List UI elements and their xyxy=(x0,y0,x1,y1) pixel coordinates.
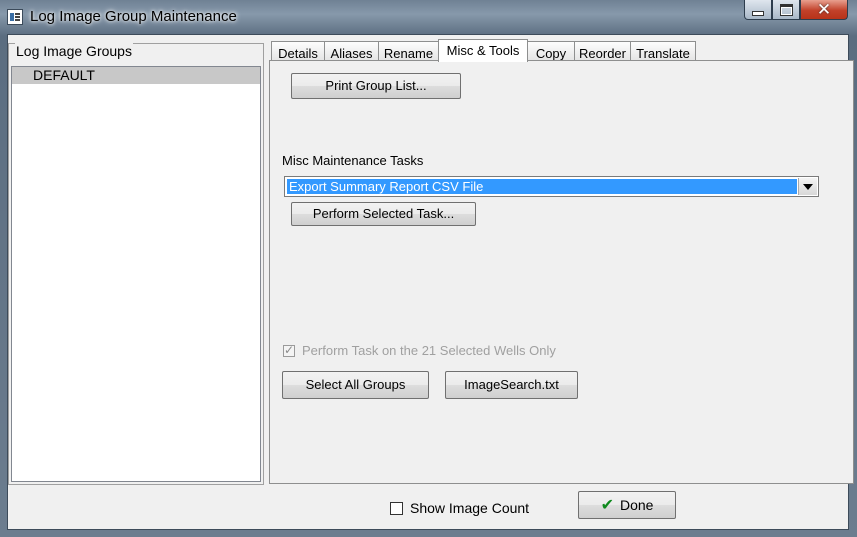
minimize-icon xyxy=(752,11,764,16)
tab-translate[interactable]: Translate xyxy=(630,41,696,61)
caption-buttons: ✕ xyxy=(744,0,848,22)
log-image-groups-box: Log Image Groups DEFAULT xyxy=(8,43,264,485)
log-image-app-icon[interactable] xyxy=(7,9,23,25)
selected-wells-checkbox[interactable] xyxy=(283,343,295,357)
done-button-content: ✔ Done xyxy=(579,492,675,518)
window-title: Log Image Group Maintenance xyxy=(30,8,237,25)
checkmark-icon: ✔ xyxy=(600,495,614,514)
selected-wells-label: Perform Task on the 21 Selected Wells On… xyxy=(302,343,556,358)
close-icon: ✕ xyxy=(816,0,832,20)
tab-reorder[interactable]: Reorder xyxy=(574,41,631,61)
tab-details[interactable]: Details xyxy=(271,41,325,61)
tab-rename[interactable]: Rename xyxy=(378,41,439,61)
done-button[interactable]: ✔ Done xyxy=(578,491,676,519)
log-image-groups-list[interactable]: DEFAULT xyxy=(11,66,261,482)
selected-task-value: Export Summary Report CSV File xyxy=(287,179,797,194)
selected-wells-checkbox-row[interactable]: Perform Task on the 21 Selected Wells On… xyxy=(283,343,556,358)
tab-copy[interactable]: Copy xyxy=(527,41,575,61)
minimize-button[interactable] xyxy=(744,0,772,20)
tab-misc-tools[interactable]: Misc & Tools xyxy=(438,39,528,62)
imagesearch-button[interactable]: ImageSearch.txt xyxy=(445,371,578,399)
title-bar[interactable]: Log Image Group Maintenance ✕ xyxy=(0,0,857,34)
maximize-icon xyxy=(779,3,793,16)
panel-background: Print Group List... Misc Maintenance Tas… xyxy=(270,61,853,483)
show-image-count-label: Show Image Count xyxy=(410,500,530,516)
list-item-default-group[interactable]: DEFAULT xyxy=(12,67,260,84)
close-button[interactable]: ✕ xyxy=(800,0,848,20)
window-frame: Log Image Group Maintenance ✕ Log Image … xyxy=(0,0,857,537)
print-group-list-button[interactable]: Print Group List... xyxy=(291,73,461,99)
misc-tools-panel: Print Group List... Misc Maintenance Tas… xyxy=(269,60,854,484)
dropdown-arrow-button[interactable] xyxy=(798,178,817,195)
misc-tasks-select[interactable]: Export Summary Report CSV File xyxy=(284,176,819,197)
perform-selected-task-button[interactable]: Perform Selected Task... xyxy=(291,202,476,226)
tab-aliases[interactable]: Aliases xyxy=(324,41,379,61)
select-all-groups-button[interactable]: Select All Groups xyxy=(282,371,429,399)
dialog-client-area: Log Image Groups DEFAULT Details Aliases… xyxy=(7,34,854,530)
log-image-groups-label: Log Image Groups xyxy=(15,43,133,59)
show-image-count-checkbox[interactable] xyxy=(390,501,403,515)
maximize-button[interactable] xyxy=(772,0,800,20)
done-button-label: Done xyxy=(619,497,654,513)
chevron-down-icon xyxy=(803,183,813,190)
show-image-count-row[interactable]: Show Image Count xyxy=(390,500,529,516)
misc-tasks-label: Misc Maintenance Tasks xyxy=(282,153,424,168)
